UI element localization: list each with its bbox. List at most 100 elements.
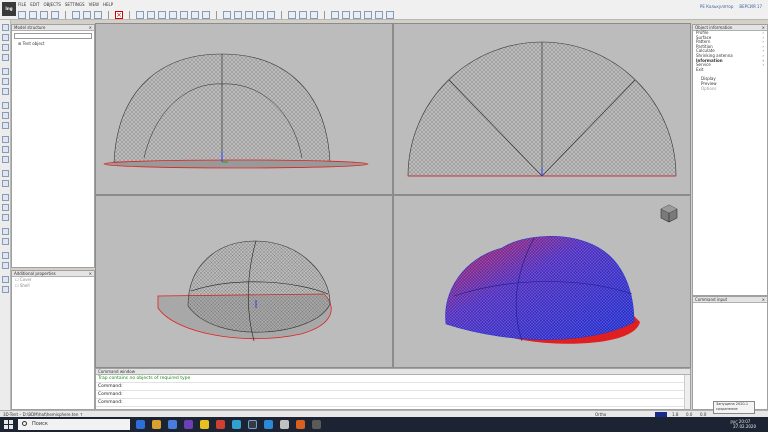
arc-tool-icon[interactable] xyxy=(2,34,9,41)
taskbar-search-input[interactable]: Поиск xyxy=(18,419,130,430)
viewport-front[interactable] xyxy=(95,23,393,195)
point-tool-icon[interactable] xyxy=(2,54,9,61)
mirror-icon[interactable] xyxy=(267,10,275,19)
view-iso-icon[interactable] xyxy=(180,10,188,19)
dimension-tool-icon[interactable] xyxy=(2,136,9,143)
view-cube[interactable] xyxy=(658,202,680,224)
curve-tool-icon[interactable] xyxy=(2,44,9,51)
trim-tool-icon[interactable] xyxy=(2,194,9,201)
model-filter-input[interactable] xyxy=(14,33,92,39)
menu-help[interactable]: HELP xyxy=(103,2,113,8)
view-side-icon[interactable] xyxy=(169,10,177,19)
model-structure-panel: Model structure × ⊞ Tent object xyxy=(11,24,95,268)
copy-icon[interactable] xyxy=(83,10,91,19)
zoom-window-icon[interactable] xyxy=(202,10,210,19)
cut-icon[interactable] xyxy=(72,10,80,19)
mesh-tool-icon[interactable] xyxy=(2,102,9,109)
settings-icon[interactable] xyxy=(386,10,394,19)
pinned-app-icon[interactable] xyxy=(280,420,289,429)
viewport-render[interactable] xyxy=(393,195,691,368)
undo-icon[interactable] xyxy=(94,10,102,19)
move-icon[interactable] xyxy=(256,10,264,19)
measure-icon[interactable] xyxy=(353,10,361,19)
notification-toast[interactable]: Запущена 2020-1 сохранение xyxy=(713,401,755,414)
properties-icon[interactable] xyxy=(342,10,350,19)
pan-icon[interactable] xyxy=(223,10,231,19)
toolbar-separator xyxy=(65,10,66,19)
stress-render-drawing xyxy=(445,236,640,344)
delete-icon[interactable]: × xyxy=(115,10,123,19)
view-grid-icon[interactable] xyxy=(136,10,144,19)
select-icon[interactable] xyxy=(245,10,253,19)
print-icon[interactable] xyxy=(51,10,59,19)
menu-settings[interactable]: SETTINGS xyxy=(65,2,85,8)
visual-studio-icon[interactable] xyxy=(184,420,193,429)
command-prompt-input[interactable]: Command: xyxy=(96,399,690,407)
pinned-app-icon[interactable] xyxy=(312,420,321,429)
array-tool-icon[interactable] xyxy=(2,238,9,245)
menu-file[interactable]: FILE xyxy=(18,2,26,8)
rotate-icon[interactable] xyxy=(234,10,242,19)
stretch-tool-icon[interactable] xyxy=(2,262,9,269)
offset-tool-icon[interactable] xyxy=(2,228,9,235)
close-icon[interactable]: × xyxy=(89,271,92,277)
property-row[interactable]: ☐ Shell xyxy=(12,283,94,289)
taskbar-clock[interactable]: 20:07 27.02.2020 xyxy=(733,419,756,429)
line-tool-icon[interactable] xyxy=(2,24,9,31)
task-view-icon[interactable] xyxy=(136,420,145,429)
view-top-icon[interactable] xyxy=(147,10,155,19)
scale-tool-icon[interactable] xyxy=(2,252,9,259)
command-scrollbar[interactable] xyxy=(684,375,690,409)
surface-tool-icon[interactable] xyxy=(2,68,9,75)
snap-tool-icon[interactable] xyxy=(2,170,9,177)
join-tool-icon[interactable] xyxy=(2,286,9,293)
windows-start-icon[interactable] xyxy=(4,420,13,429)
save-icon[interactable] xyxy=(40,10,48,19)
menu-edit[interactable]: EDIT xyxy=(30,2,39,8)
property-label: Cover xyxy=(19,277,32,282)
menu-item-exit[interactable]: Exit xyxy=(693,67,767,73)
tent-app-icon[interactable] xyxy=(248,420,257,429)
tree-item-label: Tent object xyxy=(22,41,45,46)
opera-icon[interactable] xyxy=(216,420,225,429)
new-file-icon[interactable] xyxy=(18,10,26,19)
tree-item-tent-object[interactable]: ⊞ Tent object xyxy=(12,41,94,46)
open-file-icon[interactable] xyxy=(29,10,37,19)
calculator-label[interactable]: РЕ Калькулятор xyxy=(700,4,733,9)
pinned-app-icon[interactable] xyxy=(264,420,273,429)
viewport-perspective[interactable] xyxy=(95,195,393,368)
text-tool-icon[interactable] xyxy=(2,146,9,153)
extrude-tool-icon[interactable] xyxy=(2,78,9,85)
view-cube-icon[interactable] xyxy=(658,202,680,224)
viewport-side[interactable] xyxy=(393,23,691,195)
menu-view[interactable]: VIEW xyxy=(89,2,99,8)
cut-tool-icon[interactable] xyxy=(2,122,9,129)
shade-icon[interactable] xyxy=(310,10,318,19)
explode-tool-icon[interactable] xyxy=(2,276,9,283)
view-front-icon[interactable] xyxy=(158,10,166,19)
mesh-icon[interactable] xyxy=(299,10,307,19)
pinned-app-icon[interactable] xyxy=(296,420,305,429)
skype-icon[interactable] xyxy=(232,420,241,429)
app-window: Ing FILE EDIT OBJECTS SETTINGS VIEW HELP… xyxy=(0,0,768,432)
fillet-tool-icon[interactable] xyxy=(2,214,9,221)
command-output-line: Command: xyxy=(96,383,690,391)
render-icon[interactable] xyxy=(288,10,296,19)
extend-tool-icon[interactable] xyxy=(2,204,9,211)
submenu-item-options[interactable]: Options xyxy=(693,86,767,91)
version-label: ВЕРСИЯ 17 xyxy=(739,4,762,9)
browser-icon[interactable] xyxy=(200,420,209,429)
light-icon[interactable] xyxy=(375,10,383,19)
analysis-icon[interactable] xyxy=(364,10,372,19)
mail-icon[interactable] xyxy=(168,420,177,429)
hatch-tool-icon[interactable] xyxy=(2,156,9,163)
revolve-tool-icon[interactable] xyxy=(2,88,9,95)
pattern-tool-icon[interactable] xyxy=(2,112,9,119)
ortho-tool-icon[interactable] xyxy=(2,180,9,187)
close-icon[interactable]: × xyxy=(89,25,92,31)
layers-icon[interactable] xyxy=(331,10,339,19)
menu-objects[interactable]: OBJECTS xyxy=(43,2,60,8)
file-explorer-icon[interactable] xyxy=(152,420,161,429)
zoom-extents-icon[interactable] xyxy=(191,10,199,19)
close-icon[interactable]: × xyxy=(762,297,765,303)
